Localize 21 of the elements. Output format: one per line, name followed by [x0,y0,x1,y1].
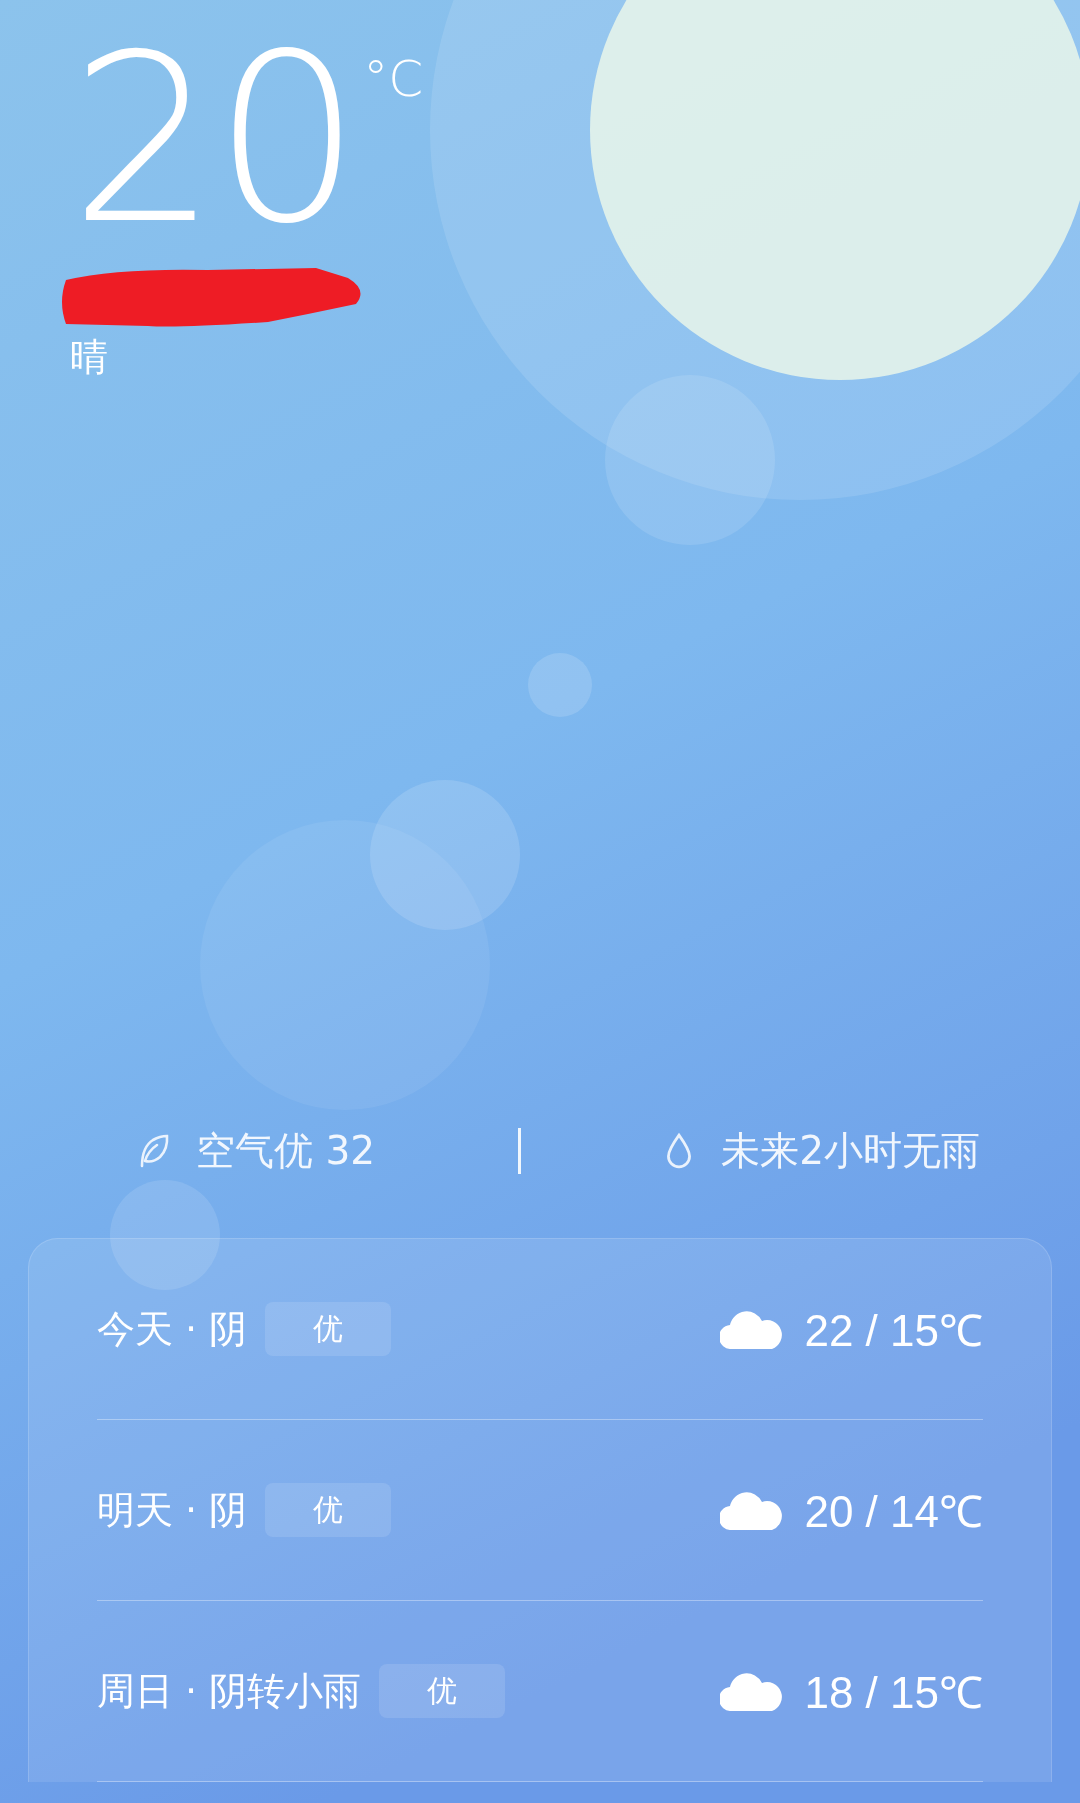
temperature-range: 18 / 15℃ [804,1667,983,1719]
temperature-range: 20 / 14℃ [804,1486,983,1538]
temperature-unit: °C [363,54,424,104]
weather-condition: 晴 [70,337,108,380]
day-weather: 周日 · 阴转小雨 [97,1667,362,1715]
cloud-icon [720,1309,785,1349]
leaf-icon [138,1132,170,1170]
temperature-range: 22 / 15℃ [804,1305,983,1357]
cloud-icon [720,1490,785,1530]
forecast-row[interactable]: 今天 · 阴 优 22 / 15℃ [97,1239,983,1420]
day-weather: 明天 · 阴 [97,1486,248,1534]
day-weather: 今天 · 阴 [97,1305,248,1353]
forecast-row[interactable]: 周日 · 阴转小雨 优 18 / 15℃ [97,1601,983,1782]
air-quality-tag: 优 [265,1483,392,1537]
rain-forecast: 未来2小时无雨 [721,1127,980,1175]
forecast-row[interactable]: 明天 · 阴 优 20 / 14℃ [97,1420,983,1601]
air-quality: 空气优 32 [196,1127,376,1175]
cloud-icon [720,1671,785,1711]
air-quality-tag: 优 [379,1664,506,1718]
temperature: 20 [70,30,358,251]
air-quality-tag: 优 [265,1302,392,1356]
